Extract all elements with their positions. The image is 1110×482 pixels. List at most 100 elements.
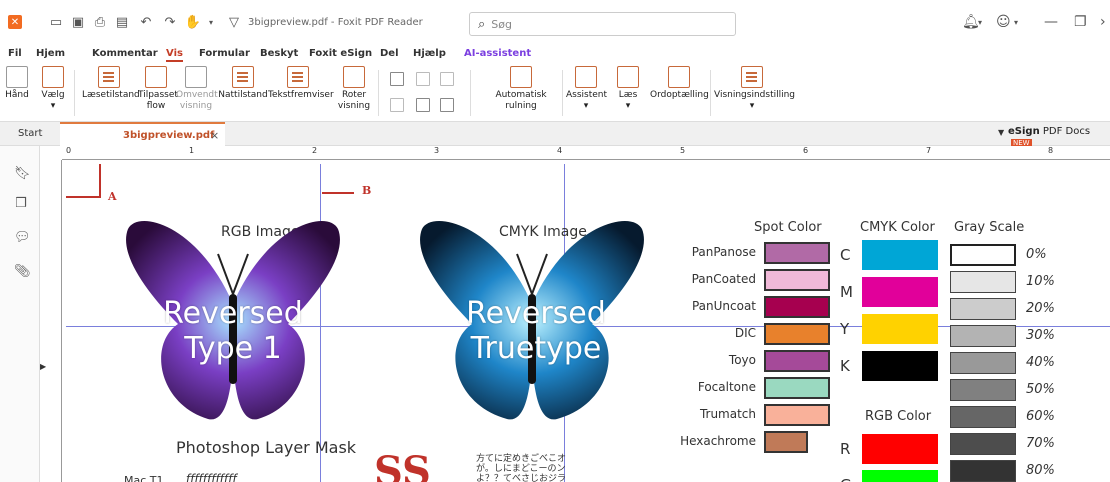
- crop-mark-b-label: B: [362, 184, 372, 197]
- cmyk-color-heading: CMYK Color: [860, 220, 935, 235]
- word-count-icon: [668, 66, 690, 88]
- reversed-type1-text: Reversed Type 1: [163, 296, 303, 366]
- hand-icon: [6, 66, 28, 88]
- menu-vis[interactable]: Vis: [166, 48, 183, 62]
- reverse-view-button[interactable]: Omvendt visning: [176, 66, 218, 112]
- esign-banner[interactable]: eSign PDF Docs NEW: [1008, 126, 1110, 148]
- spot-color-heading: Spot Color: [754, 220, 822, 235]
- menu-hjaelp[interactable]: Hjælp: [413, 48, 446, 59]
- menu-fil[interactable]: Fil: [8, 48, 22, 59]
- pages-icon[interactable]: ❒: [14, 196, 28, 212]
- chevron-down-icon[interactable]: ▾: [978, 18, 982, 27]
- gray-label: 60%: [1026, 409, 1055, 424]
- read-aloud-button[interactable]: Læs ▾: [614, 66, 642, 112]
- print-icon[interactable]: ⎙: [92, 14, 108, 30]
- open-folder-icon[interactable]: ▭: [48, 14, 64, 30]
- chevron-down-icon[interactable]: ▾: [1014, 18, 1018, 27]
- cmyk-swatch: [862, 351, 938, 381]
- menu-del[interactable]: Del: [380, 48, 399, 59]
- autoscroll-icon: [510, 66, 532, 88]
- spot-color-label: PanUncoat: [691, 299, 756, 313]
- menu-bar: Fil Hjem Kommentar Vis Formular Beskyt F…: [0, 44, 1110, 64]
- single-page-icon[interactable]: [390, 72, 404, 86]
- cjk-vertical-text: 方てに定めきごべこオが。しにまどこーのンよ？？てべさじおジラ: [476, 454, 567, 482]
- horizontal-ruler: 0 1 2 3 4 5 6 7 8: [62, 146, 1110, 160]
- comment-icon[interactable]: 💬︎: [14, 230, 31, 246]
- menu-ai-assistent[interactable]: AI-assistent: [464, 48, 531, 59]
- spot-color-label: PanPanose: [691, 245, 756, 259]
- assistant-button[interactable]: Assistent ▾: [566, 66, 607, 112]
- crop-mark-a-v: [99, 164, 101, 198]
- page-icon[interactable]: ▤: [114, 14, 130, 30]
- rgb-label: G: [840, 476, 852, 482]
- book-icon: [98, 66, 120, 88]
- rotate-view-button[interactable]: Roter visning: [334, 66, 374, 112]
- word-count-button[interactable]: Ordoptælling: [650, 66, 709, 101]
- ruler-icon[interactable]: [416, 98, 430, 112]
- gray-label: 50%: [1026, 382, 1055, 397]
- cursor-icon: [42, 66, 64, 88]
- attachment-icon[interactable]: 📎︎: [14, 264, 31, 280]
- cmyk-label: M: [840, 283, 853, 301]
- mac-t1-label: Mac T1: [124, 474, 164, 482]
- tab-document[interactable]: 3bigpreview.pdf ×: [60, 122, 225, 146]
- grid-icon[interactable]: [440, 98, 454, 112]
- gray-swatch: [950, 379, 1016, 401]
- crop-mark-a-label: A: [108, 190, 117, 203]
- gray-scale-heading: Gray Scale: [954, 220, 1025, 235]
- account-icon[interactable]: ☺: [996, 14, 1011, 30]
- undo-icon[interactable]: ↶: [138, 14, 154, 30]
- menu-hjem[interactable]: Hjem: [36, 48, 65, 59]
- select-button[interactable]: Vælg ▾: [40, 66, 66, 112]
- document-tab-bar: Start 3bigpreview.pdf × ▼ eSign PDF Docs…: [0, 122, 1110, 148]
- two-page-icon[interactable]: [416, 72, 430, 86]
- spot-color-swatch: [764, 296, 830, 318]
- spot-color-label: Focaltone: [697, 380, 756, 394]
- menu-formular[interactable]: Formular: [199, 48, 250, 59]
- menu-foxit-esign[interactable]: Foxit eSign: [309, 48, 372, 59]
- photoshop-layer-mask-caption: Photoshop Layer Mask: [176, 438, 357, 457]
- night-mode-button[interactable]: Nattilstand: [218, 66, 268, 101]
- gray-swatch: [950, 406, 1016, 428]
- chevron-down-icon[interactable]: ▾: [203, 14, 219, 30]
- gray-swatch: [950, 433, 1016, 455]
- foxit-logo-icon: ✕: [8, 15, 22, 29]
- customize-quick-access-icon[interactable]: ▽: [226, 14, 242, 30]
- hand-tool-icon[interactable]: ✋: [185, 14, 201, 30]
- menu-kommentar[interactable]: Kommentar: [92, 48, 158, 59]
- reflow-button[interactable]: Tilpasset flow: [138, 66, 178, 112]
- text-viewer-button[interactable]: Tekstfremviser: [268, 66, 334, 101]
- gray-label: 40%: [1026, 355, 1055, 370]
- gray-swatch: [950, 352, 1016, 374]
- gray-label: 0%: [1026, 247, 1047, 262]
- gray-swatch: [950, 271, 1016, 293]
- autoscroll-button[interactable]: Automatisk rulning: [482, 66, 560, 112]
- hand-button[interactable]: Hånd: [2, 66, 32, 101]
- read-mode-button[interactable]: Læsetilstand: [82, 66, 140, 101]
- minimize-button[interactable]: —: [1044, 14, 1058, 30]
- ribbon-toolbar: Hånd Vælg ▾ Læsetilstand Tilpasset flow O…: [0, 64, 1110, 122]
- search-placeholder: Søg: [491, 17, 512, 31]
- bookmark-icon[interactable]: 🔖︎: [14, 166, 31, 182]
- close-window-button[interactable]: ›: [1100, 14, 1106, 30]
- expand-panel-icon[interactable]: ▶: [40, 362, 46, 371]
- continuous-icon[interactable]: [440, 72, 454, 86]
- assistant-icon: [575, 66, 597, 88]
- pdf-page[interactable]: A B RGB Image Reversed Type 1 CMYK Image: [66, 164, 1110, 482]
- gray-label: 10%: [1026, 274, 1055, 289]
- close-tab-icon[interactable]: ×: [210, 129, 219, 142]
- night-doc-icon: [232, 66, 254, 88]
- text-viewer-icon: [287, 66, 309, 88]
- window-title: 3bigpreview.pdf - Foxit PDF Reader: [248, 17, 423, 28]
- rotate-icon: [343, 66, 365, 88]
- tabs-dropdown-icon[interactable]: ▼: [998, 128, 1004, 137]
- restore-button[interactable]: ❐: [1074, 14, 1087, 30]
- save-icon[interactable]: ▣: [70, 14, 86, 30]
- tab-start[interactable]: Start: [18, 128, 42, 139]
- facing-icon[interactable]: [390, 98, 404, 112]
- view-settings-button[interactable]: Visningsindstilling ▾: [714, 66, 795, 112]
- redo-icon[interactable]: ↷: [162, 14, 178, 30]
- menu-beskyt[interactable]: Beskyt: [260, 48, 298, 59]
- crop-mark-b-h: [322, 192, 354, 194]
- search-input[interactable]: ⌕ Søg: [469, 12, 736, 36]
